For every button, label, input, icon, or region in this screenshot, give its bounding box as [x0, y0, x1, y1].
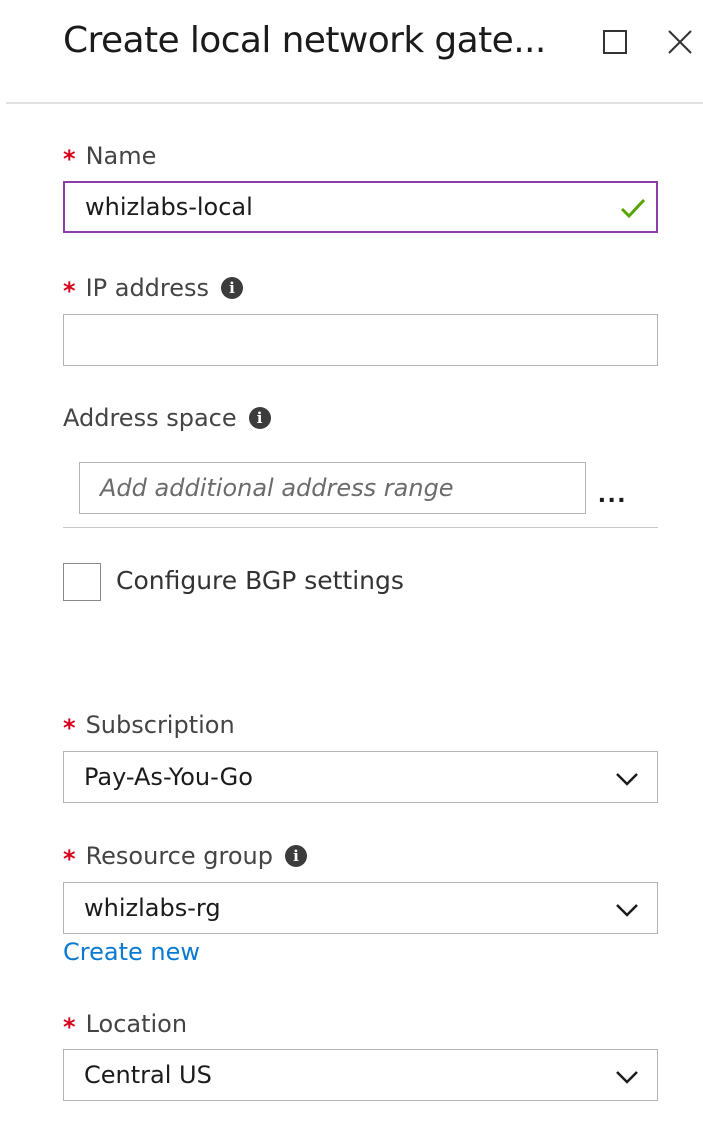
- address-range-placeholder: Add additional address range: [100, 474, 454, 502]
- blade-header: Create local network gate...: [0, 0, 703, 104]
- subscription-selected-value: Pay-As-You-Go: [84, 763, 253, 791]
- resource-group-label-text: Resource group: [85, 842, 273, 870]
- ip-address-label-text: IP address: [85, 274, 210, 302]
- required-asterisk: *: [63, 845, 76, 873]
- bgp-settings-label[interactable]: Configure BGP settings: [116, 566, 404, 595]
- required-asterisk: *: [63, 1013, 76, 1041]
- location-label-text: Location: [85, 1010, 188, 1038]
- more-options-button[interactable]: ...: [598, 477, 627, 509]
- name-label: * Name: [63, 142, 157, 173]
- header-divider: [6, 102, 703, 104]
- subscription-label: * Subscription: [63, 711, 235, 742]
- create-new-resource-group-link[interactable]: Create new: [63, 938, 200, 966]
- location-select[interactable]: Central US: [63, 1049, 658, 1101]
- close-icon[interactable]: [660, 24, 700, 60]
- maximize-icon[interactable]: [595, 24, 635, 60]
- required-asterisk: *: [63, 714, 76, 742]
- resource-group-selected-value: whizlabs-rg: [84, 894, 221, 922]
- required-asterisk: *: [63, 145, 76, 173]
- info-icon[interactable]: i: [221, 277, 244, 299]
- blade-title: Create local network gate...: [63, 20, 546, 61]
- resource-group-label: * Resource group i: [63, 842, 307, 873]
- chevron-down-icon: [615, 1065, 639, 1093]
- subscription-label-text: Subscription: [85, 711, 235, 739]
- chevron-down-icon: [615, 767, 639, 795]
- ip-address-input[interactable]: [63, 314, 658, 366]
- section-divider: [63, 527, 658, 528]
- name-label-text: Name: [85, 142, 157, 170]
- checkmark-icon: [618, 193, 648, 229]
- address-space-label-text: Address space: [63, 404, 237, 432]
- location-label: * Location: [63, 1010, 188, 1041]
- info-icon[interactable]: i: [284, 845, 307, 867]
- ip-address-label: * IP address i: [63, 274, 244, 305]
- address-range-input[interactable]: Add additional address range: [79, 462, 586, 514]
- bgp-settings-checkbox[interactable]: [63, 563, 101, 601]
- chevron-down-icon: [615, 898, 639, 926]
- create-local-network-gateway-blade: Create local network gate... * Name whiz…: [0, 0, 703, 1129]
- name-input[interactable]: whizlabs-local: [63, 181, 658, 233]
- info-icon[interactable]: i: [248, 407, 271, 429]
- resource-group-select[interactable]: whizlabs-rg: [63, 882, 658, 934]
- name-input-value: whizlabs-local: [85, 193, 253, 221]
- required-asterisk: *: [63, 277, 76, 305]
- address-space-label: Address space i: [63, 404, 271, 432]
- location-selected-value: Central US: [84, 1061, 212, 1089]
- subscription-select[interactable]: Pay-As-You-Go: [63, 751, 658, 803]
